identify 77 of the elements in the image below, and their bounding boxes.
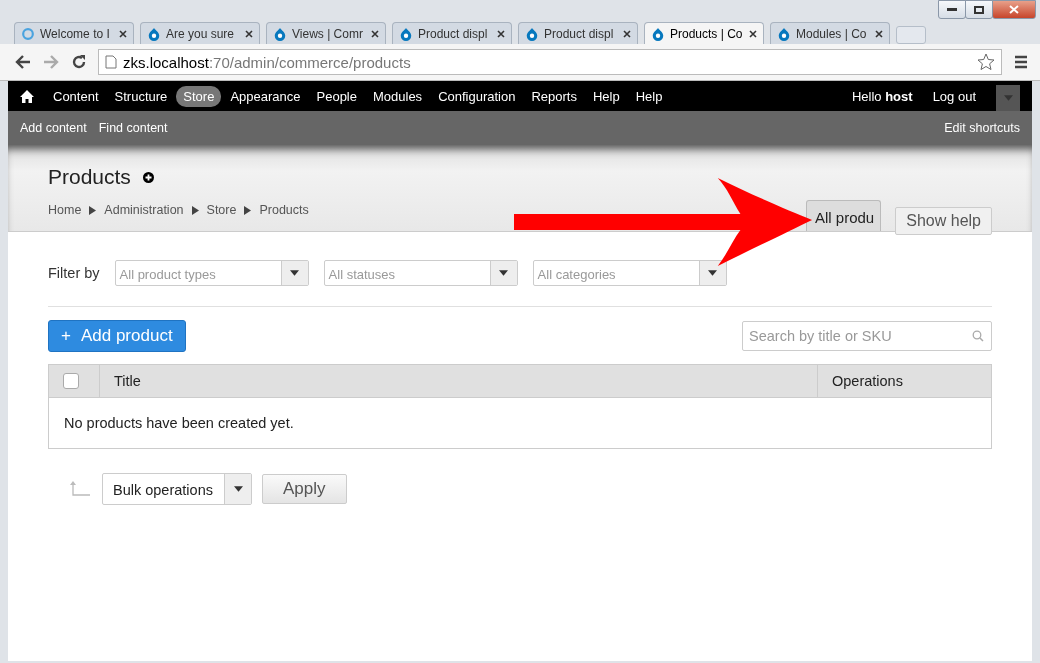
page-title: Products xyxy=(48,165,131,189)
close-icon[interactable] xyxy=(371,29,379,38)
close-icon[interactable] xyxy=(875,29,883,38)
ring-icon xyxy=(21,26,35,41)
add-product-button[interactable]: + Add product xyxy=(48,320,186,352)
page-icon xyxy=(105,55,117,69)
breadcrumb-link[interactable]: Administration xyxy=(104,203,184,217)
search-field[interactable]: Search by title or SKU xyxy=(742,321,992,351)
breadcrumb-separator-icon xyxy=(244,205,252,215)
toolbar-link[interactable]: Store xyxy=(176,85,222,107)
caret-icon xyxy=(290,270,300,276)
drop-logo-icon xyxy=(273,26,287,41)
browser-tab[interactable]: Product displ xyxy=(518,22,638,44)
caret-icon xyxy=(1003,95,1013,101)
breadcrumb-link[interactable]: Store xyxy=(206,203,237,217)
breadcrumb-separator-icon xyxy=(89,205,97,215)
elbow-arrow-icon xyxy=(68,480,92,498)
select-all-checkbox[interactable] xyxy=(63,373,79,389)
drop-logo-icon xyxy=(525,26,539,41)
caret-icon xyxy=(499,270,509,276)
close-icon[interactable] xyxy=(119,29,127,38)
shortcut-link[interactable]: Add content xyxy=(20,121,87,135)
minimize-icon xyxy=(947,7,957,12)
close-icon xyxy=(1009,5,1019,14)
toolbar-toggle[interactable] xyxy=(996,85,1020,111)
browser-tab[interactable]: Views | Comr xyxy=(266,22,386,44)
menu-icon[interactable] xyxy=(1012,53,1030,71)
add-shortcut-icon[interactable] xyxy=(142,171,154,183)
apply-button[interactable]: Apply xyxy=(262,474,347,504)
bulk-operations-select[interactable]: Bulk operations xyxy=(102,473,252,505)
browser-tab[interactable]: Products | Co xyxy=(644,22,764,44)
breadcrumb-separator-icon xyxy=(191,205,199,215)
close-icon[interactable] xyxy=(497,29,505,38)
toolbar-link[interactable]: Content xyxy=(46,85,106,107)
toolbar-link[interactable]: Appearance xyxy=(223,85,308,107)
maximize-icon xyxy=(974,5,984,14)
search-icon xyxy=(972,330,984,342)
filter-label: Filter by xyxy=(48,265,100,281)
edit-shortcuts-link[interactable]: Edit shortcuts xyxy=(944,121,1020,135)
caret-icon xyxy=(233,486,243,492)
empty-message: No products have been created yet. xyxy=(64,415,294,431)
maximize-button[interactable] xyxy=(965,0,993,19)
column-header: Operations xyxy=(832,373,903,389)
toolbar-link[interactable]: Modules xyxy=(366,85,430,107)
drop-logo-icon xyxy=(399,26,413,41)
toolbar-link[interactable]: Help xyxy=(628,85,670,107)
shortcut-link[interactable]: Find content xyxy=(98,121,168,135)
show-help-button[interactable]: Show help xyxy=(895,207,992,235)
browser-tab[interactable]: Modules | Co xyxy=(770,22,890,44)
secondary-tab[interactable]: All produ xyxy=(806,200,882,231)
column-header: Title xyxy=(114,373,141,389)
toolbar-link[interactable]: Structure xyxy=(107,85,175,107)
drop-logo-icon xyxy=(651,26,665,41)
drop-logo-icon xyxy=(777,26,791,41)
breadcrumb-link[interactable]: Products xyxy=(259,203,309,217)
close-button[interactable] xyxy=(992,0,1036,19)
toolbar-link[interactable]: Help xyxy=(586,85,627,107)
home-icon[interactable] xyxy=(20,89,34,103)
toolbar-link[interactable]: People xyxy=(309,85,364,107)
breadcrumb-link[interactable]: Home xyxy=(48,203,82,217)
caret-icon xyxy=(708,270,718,276)
browser-tab[interactable]: Welcome to I xyxy=(14,22,134,44)
logout-link[interactable]: Log out xyxy=(932,88,976,104)
star-icon[interactable] xyxy=(977,53,995,71)
drop-logo-icon xyxy=(147,26,161,41)
toolbar-link[interactable]: Configuration xyxy=(431,85,523,107)
browser-tab[interactable]: Are you sure xyxy=(140,22,260,44)
minimize-button[interactable] xyxy=(938,0,966,19)
close-icon[interactable] xyxy=(245,29,253,38)
browser-tab[interactable]: Product displ xyxy=(392,22,512,44)
user-greeting: Hello host xyxy=(851,88,913,104)
close-icon[interactable] xyxy=(623,29,631,38)
back-icon[interactable] xyxy=(14,53,32,71)
reload-icon[interactable] xyxy=(70,53,88,71)
address-bar[interactable]: zks.localhost:70/admin/commerce/products xyxy=(98,49,1002,75)
toolbar-link[interactable]: Reports xyxy=(524,85,584,107)
close-icon[interactable] xyxy=(749,29,757,38)
